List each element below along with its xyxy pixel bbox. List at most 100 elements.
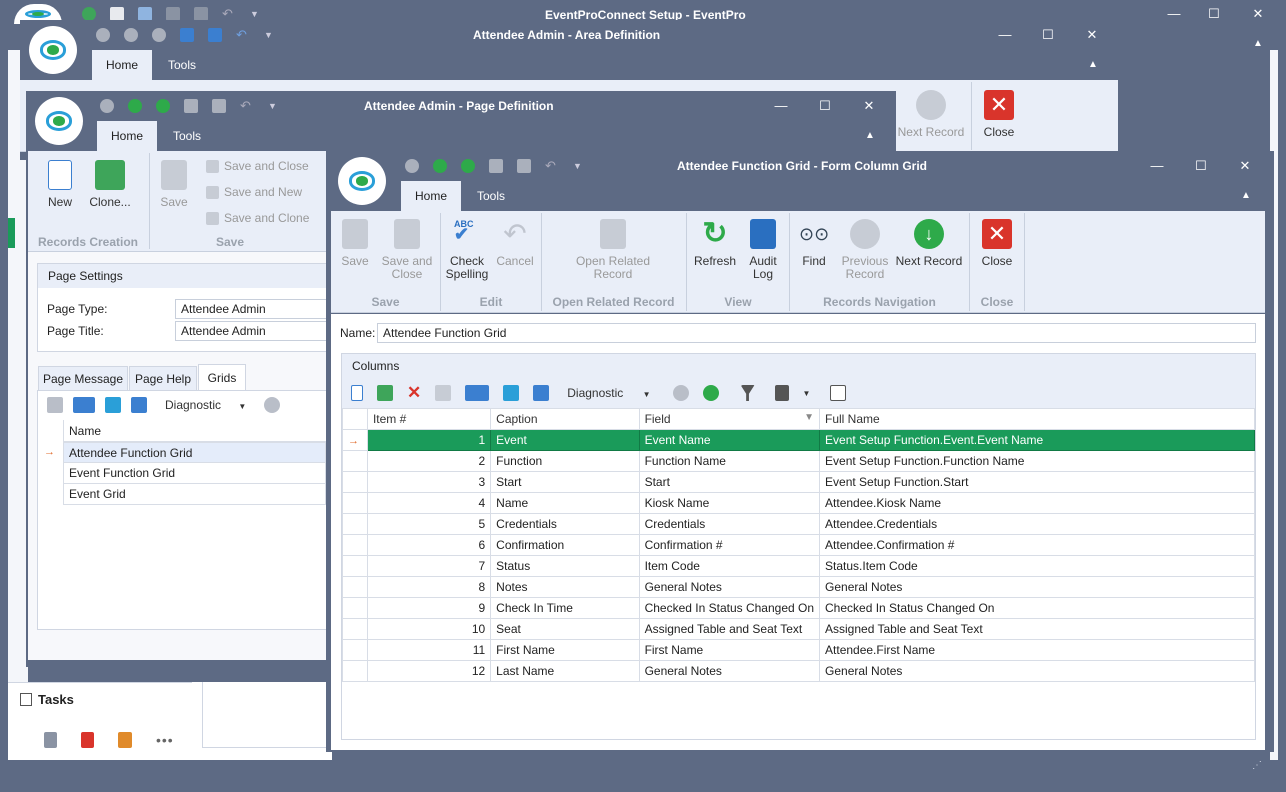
- save-close-icon[interactable]: [208, 28, 222, 42]
- area-next-record-button[interactable]: Next Record: [893, 90, 969, 139]
- undo-icon[interactable]: ↶: [236, 28, 250, 42]
- export-icon[interactable]: [503, 385, 520, 401]
- main-maximize-button[interactable]: ☐: [1203, 6, 1225, 22]
- full-name-cell[interactable]: General Notes: [819, 576, 1255, 598]
- undo-icon[interactable]: ↶: [545, 159, 559, 173]
- main-ribbon-collapse-icon[interactable]: ▲: [1247, 36, 1269, 52]
- form-cancel-button[interactable]: ↶ Cancel: [494, 219, 536, 268]
- full-name-cell[interactable]: Event Setup Function.Start: [819, 471, 1255, 493]
- area-tab-tools[interactable]: Tools: [152, 50, 212, 80]
- save-icon[interactable]: [184, 99, 198, 113]
- page-save-and-new-button[interactable]: Save and New: [206, 185, 302, 200]
- item-cell[interactable]: 2: [366, 450, 492, 472]
- field-cell[interactable]: Assigned Table and Seat Text: [638, 618, 821, 640]
- refresh-icon[interactable]: [156, 99, 170, 113]
- undo-icon[interactable]: ↶: [240, 99, 254, 113]
- caption-cell[interactable]: First Name: [490, 639, 640, 661]
- field-cell[interactable]: Credentials: [638, 513, 821, 535]
- form-find-button[interactable]: ⊙⊙ Find: [798, 219, 830, 268]
- form-refresh-button[interactable]: ↻ Refresh: [692, 219, 738, 268]
- more-icon[interactable]: •••: [156, 732, 174, 748]
- page-subtab-grids[interactable]: Grids: [198, 364, 246, 391]
- qat-dropdown-icon[interactable]: ▼: [573, 161, 582, 171]
- form-previous-record-button[interactable]: Previous Record: [839, 219, 891, 281]
- filter-icon[interactable]: [740, 385, 755, 401]
- page-save-button[interactable]: Save: [156, 160, 192, 209]
- item-cell[interactable]: 4: [366, 492, 492, 514]
- page-diagnostic-dropdown[interactable]: Diagnostic ▼: [165, 398, 246, 412]
- full-name-cell[interactable]: Assigned Table and Seat Text: [819, 618, 1255, 640]
- form-maximize-button[interactable]: ☐: [1190, 158, 1212, 174]
- item-cell[interactable]: 3: [366, 471, 492, 493]
- copy-icon[interactable]: [465, 385, 490, 401]
- table-row[interactable]: 3 Start Start Event Setup Function.Start: [342, 471, 1255, 493]
- item-column-header[interactable]: Item #: [366, 408, 492, 430]
- full-name-cell[interactable]: Event Setup Function.Event.Event Name: [819, 429, 1255, 451]
- qat-dropdown-icon[interactable]: ▼: [264, 30, 273, 40]
- new-row-icon[interactable]: [351, 385, 363, 401]
- main-close-button[interactable]: ✕: [1247, 6, 1269, 22]
- field-cell[interactable]: Function Name: [638, 450, 821, 472]
- page-tab-home[interactable]: Home: [97, 121, 157, 151]
- field-cell[interactable]: Confirmation #: [638, 534, 821, 556]
- page-grid-row[interactable]: Event Function Grid: [63, 463, 326, 484]
- table-row[interactable]: 6 Confirmation Confirmation # Attendee.Conf…: [342, 534, 1255, 556]
- caption-cell[interactable]: Check In Time: [490, 597, 640, 619]
- previous-icon[interactable]: [96, 28, 110, 42]
- calculator-icon[interactable]: [44, 732, 57, 748]
- area-tab-home[interactable]: Home: [92, 50, 152, 80]
- layout-icon[interactable]: [774, 385, 789, 401]
- page-ribbon-collapse-icon[interactable]: ▲: [859, 128, 881, 144]
- move-up-icon[interactable]: [264, 397, 281, 413]
- table-row[interactable]: 11 First Name First Name Attendee.First Nam…: [342, 639, 1255, 661]
- qat-dropdown-icon[interactable]: ▼: [250, 9, 259, 19]
- form-check-spelling-button[interactable]: ABC ✔ Check Spelling: [445, 219, 489, 281]
- field-cell[interactable]: Checked In Status Changed On: [638, 597, 821, 619]
- area-ribbon-collapse-icon[interactable]: ▲: [1082, 57, 1104, 73]
- delete-row-icon[interactable]: [47, 397, 63, 413]
- area-minimize-button[interactable]: —: [994, 27, 1016, 43]
- page-tab-tools[interactable]: Tools: [157, 121, 217, 151]
- full-name-cell[interactable]: Status.Item Code: [819, 555, 1255, 577]
- move-up-icon[interactable]: [672, 385, 689, 401]
- item-cell[interactable]: 11: [366, 639, 492, 661]
- item-cell[interactable]: 12: [366, 660, 492, 682]
- next-icon[interactable]: [128, 99, 142, 113]
- table-row[interactable]: 7 Status Item Code Status.Item Code: [342, 555, 1255, 577]
- save-icon[interactable]: [166, 7, 180, 21]
- table-row[interactable]: 9 Check In Time Checked In Status Changed …: [342, 597, 1255, 619]
- full-name-cell[interactable]: Event Setup Function.Function Name: [819, 450, 1255, 472]
- import-icon[interactable]: [131, 397, 147, 413]
- disabled-action-icon[interactable]: [435, 385, 452, 401]
- item-cell[interactable]: 10: [366, 618, 492, 640]
- caption-cell[interactable]: Last Name: [490, 660, 640, 682]
- qat-dropdown-icon[interactable]: ▼: [268, 101, 277, 111]
- field-cell[interactable]: Event Name: [638, 429, 821, 451]
- export-icon[interactable]: [105, 397, 121, 413]
- page-save-and-clone-button[interactable]: Save and Clone: [206, 211, 309, 226]
- main-minimize-button[interactable]: —: [1163, 6, 1185, 22]
- table-row[interactable]: 8 Notes General Notes General Notes: [342, 576, 1255, 598]
- table-row[interactable]: 5 Credentials Credentials Attendee.Credenti…: [342, 513, 1255, 535]
- import-icon[interactable]: [533, 385, 550, 401]
- page-close-button[interactable]: ✕: [858, 98, 880, 114]
- caption-cell[interactable]: Name: [490, 492, 640, 514]
- page-maximize-button[interactable]: ☐: [814, 98, 836, 114]
- page-title-field[interactable]: Attendee Admin: [175, 321, 327, 341]
- copy-icon[interactable]: [73, 397, 95, 413]
- full-name-cell[interactable]: Checked In Status Changed On: [819, 597, 1255, 619]
- page-minimize-button[interactable]: —: [770, 98, 792, 114]
- form-ribbon-collapse-icon[interactable]: ▲: [1235, 188, 1257, 204]
- item-cell[interactable]: 8: [366, 576, 492, 598]
- caption-cell[interactable]: Notes: [490, 576, 640, 598]
- filter-icon[interactable]: ▼: [804, 412, 814, 423]
- document-icon[interactable]: [110, 7, 124, 21]
- full-name-column-header[interactable]: Full Name: [819, 408, 1255, 430]
- full-name-cell[interactable]: Attendee.Kiosk Name: [819, 492, 1255, 514]
- clone-row-icon[interactable]: [377, 385, 393, 401]
- table-row[interactable]: 12 Last Name General Notes General Notes: [342, 660, 1255, 682]
- table-row[interactable]: 10 Seat Assigned Table and Seat Text Assign…: [342, 618, 1255, 640]
- form-tab-home[interactable]: Home: [401, 181, 461, 211]
- chevron-down-icon[interactable]: ▼: [803, 389, 811, 398]
- form-diagnostic-dropdown[interactable]: Diagnostic ▼: [567, 386, 650, 400]
